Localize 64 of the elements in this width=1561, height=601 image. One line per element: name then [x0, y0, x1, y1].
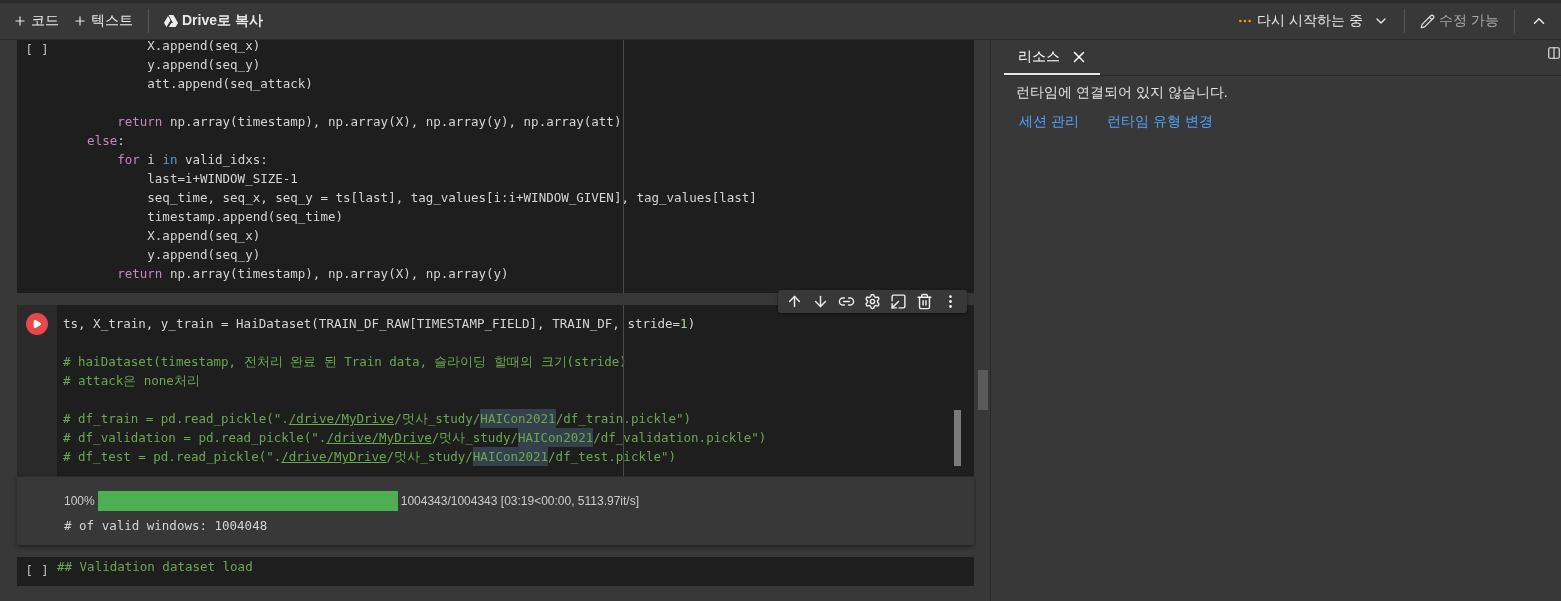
code-keyword: else	[86, 132, 118, 150]
code-text: y.append(seq_y)	[146, 246, 261, 264]
code-text: y.append(seq_y)	[146, 56, 261, 74]
panel-link[interactable]: 런타임 유형 변경	[1106, 113, 1213, 131]
run-button[interactable]	[26, 313, 48, 335]
cell-prompt: [ ]	[25, 42, 49, 57]
mirror-cell-icon[interactable]	[890, 293, 907, 310]
move-up-icon[interactable]	[786, 293, 803, 310]
code-text: X.append(seq_x)	[146, 227, 261, 245]
code-comment: /멋사_study/	[394, 410, 481, 428]
pencil-icon	[1420, 13, 1436, 29]
delete-icon[interactable]	[916, 293, 933, 310]
code-comment: # df_test = pd.read_pickle(".	[63, 448, 282, 466]
code-comment: ## Validation dataset load	[57, 558, 253, 576]
code-keyword: in	[162, 151, 178, 169]
search-match: HAICon2021	[518, 428, 594, 447]
panel-link[interactable]: 세션 관리	[1019, 113, 1079, 131]
copy-to-drive-button[interactable]: Drive로 복사	[157, 8, 270, 34]
code-text: np.array(timestamp), np.array(X), np.array(y)	[168, 265, 509, 283]
code-text: )	[687, 315, 696, 333]
code-comment: /멋사_study/	[431, 429, 518, 447]
code-comment: # df_validation = pd.read_pickle(".	[63, 429, 327, 447]
add-button[interactable]: 코드	[6, 8, 66, 34]
search-match: HAICon2021	[472, 447, 549, 466]
code-keyword: return	[116, 113, 163, 131]
triangle-logo-icon	[164, 15, 178, 27]
progress-reading: 1004343/1004343 [03:19<00:00, 5113.97it/s]	[400, 494, 640, 508]
plus-icon	[73, 14, 87, 28]
output-text: # of valid windows: 1004048	[64, 518, 269, 533]
search-match: HAICon2021	[480, 409, 556, 428]
code-text: :	[117, 132, 125, 150]
code-text: ts, X_train, y_train = HaiDataset(TRAIN_DF_RAW[TIMESTAMP_FIELD], TRAIN_DF, stride=	[63, 315, 681, 333]
plus-icon	[13, 14, 27, 28]
code-comment: /df_train.pickle")	[555, 410, 692, 428]
code-text: timestamp.append(seq_time)	[146, 208, 343, 226]
code-comment: # haiDataset(timestamp, 전처리 완료 된 Train data, 슬라이딩 할때의 크기(stride)	[63, 353, 627, 371]
code-keyword: return	[116, 265, 163, 283]
runtime-status-button[interactable]: 다시 시작하는 중	[1230, 8, 1397, 34]
split-view-icon[interactable]	[1547, 46, 1561, 60]
settings-icon[interactable]	[864, 293, 881, 310]
code-text: i	[146, 151, 156, 169]
move-down-icon[interactable]	[812, 293, 829, 310]
code-comment: # attack은 none처리	[63, 372, 200, 390]
code-text: valid_idxs:	[183, 151, 268, 169]
code-comment: /df_test.pickle")	[548, 448, 677, 466]
scrollbar-thumb[interactable]	[978, 370, 988, 410]
resources-tab[interactable]: 리소스	[1004, 40, 1100, 75]
add-button[interactable]: 텍스트	[66, 8, 140, 34]
progress-percent: 100%	[64, 494, 95, 508]
edit-mode-button[interactable]: 수정 가능	[1413, 8, 1506, 34]
status-message: 런타임에 연결되어 있지 않습니다.	[1015, 83, 1229, 102]
play-icon	[32, 319, 42, 329]
code-number: 1	[680, 315, 688, 333]
code-comment: # df_train = pd.read_pickle(".	[63, 410, 289, 428]
code-comment: /df_validation.pickle")	[593, 429, 767, 447]
code-text: seq_time, seq_x, seq_y = ts[last], tag_values[i:i+WINDOW_GIVEN], tag_values[last]	[146, 189, 757, 207]
code-text: X.append(seq_x)	[146, 40, 261, 55]
code-text: np.array(timestamp), np.array(X), np.array(y), np.array(att)	[168, 113, 622, 131]
scrollbar[interactable]	[954, 410, 961, 466]
code-keyword: for	[116, 151, 140, 169]
cell-prompt: [ ]	[25, 563, 49, 578]
code-comment: /멋사_study/	[386, 448, 473, 466]
code-text: att.append(seq_attack)	[146, 75, 313, 93]
code-text: last=i+WINDOW_SIZE-1	[146, 170, 298, 188]
